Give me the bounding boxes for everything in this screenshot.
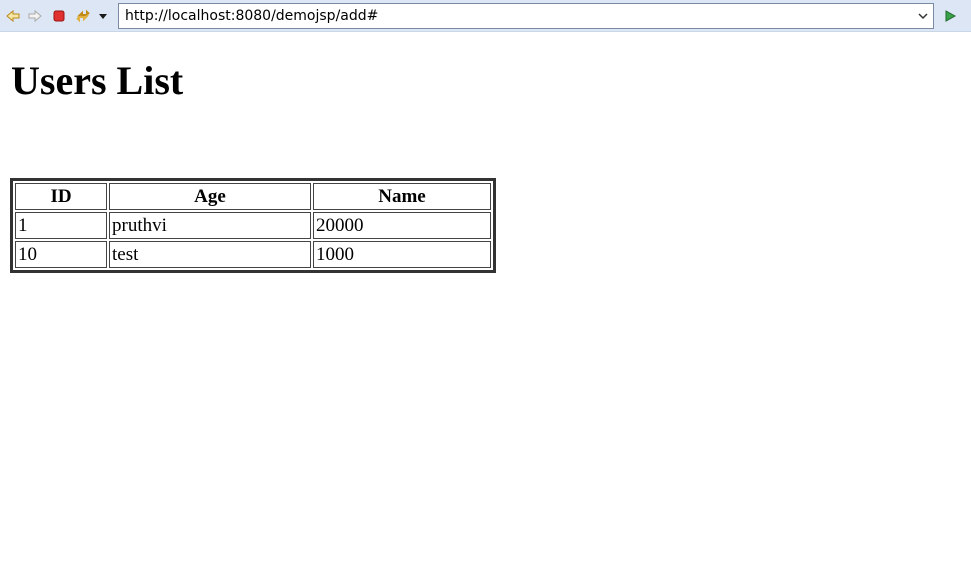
- address-bar-url[interactable]: http://localhost:8080/demojsp/add#: [125, 8, 378, 24]
- page-content: Users List ID Age Name 1 pruthvi 20000 1…: [0, 32, 971, 587]
- users-table: ID Age Name 1 pruthvi 20000 10 test 1000: [10, 178, 496, 273]
- column-header-age: Age: [109, 183, 311, 210]
- column-header-id: ID: [15, 183, 107, 210]
- cell-age: test: [109, 241, 311, 268]
- cell-id: 10: [15, 241, 107, 268]
- stop-icon[interactable]: [51, 8, 67, 24]
- refresh-icon[interactable]: [75, 8, 91, 24]
- column-header-name: Name: [313, 183, 491, 210]
- chevron-down-icon[interactable]: [915, 8, 931, 24]
- page-title: Users List: [11, 58, 184, 103]
- cell-name: 20000: [313, 212, 491, 239]
- table-row: 1 pruthvi 20000: [15, 212, 491, 239]
- cell-name: 1000: [313, 241, 491, 268]
- cell-age: pruthvi: [109, 212, 311, 239]
- browser-toolbar: http://localhost:8080/demojsp/add#: [0, 0, 971, 32]
- forward-arrow-icon[interactable]: [27, 8, 43, 24]
- go-arrow-icon[interactable]: [942, 8, 958, 24]
- table-row: 10 test 1000: [15, 241, 491, 268]
- table-header-row: ID Age Name: [15, 183, 491, 210]
- dropdown-arrow-icon[interactable]: [95, 8, 111, 24]
- address-bar[interactable]: http://localhost:8080/demojsp/add#: [118, 3, 934, 29]
- cell-id: 1: [15, 212, 107, 239]
- back-arrow-icon[interactable]: [5, 8, 21, 24]
